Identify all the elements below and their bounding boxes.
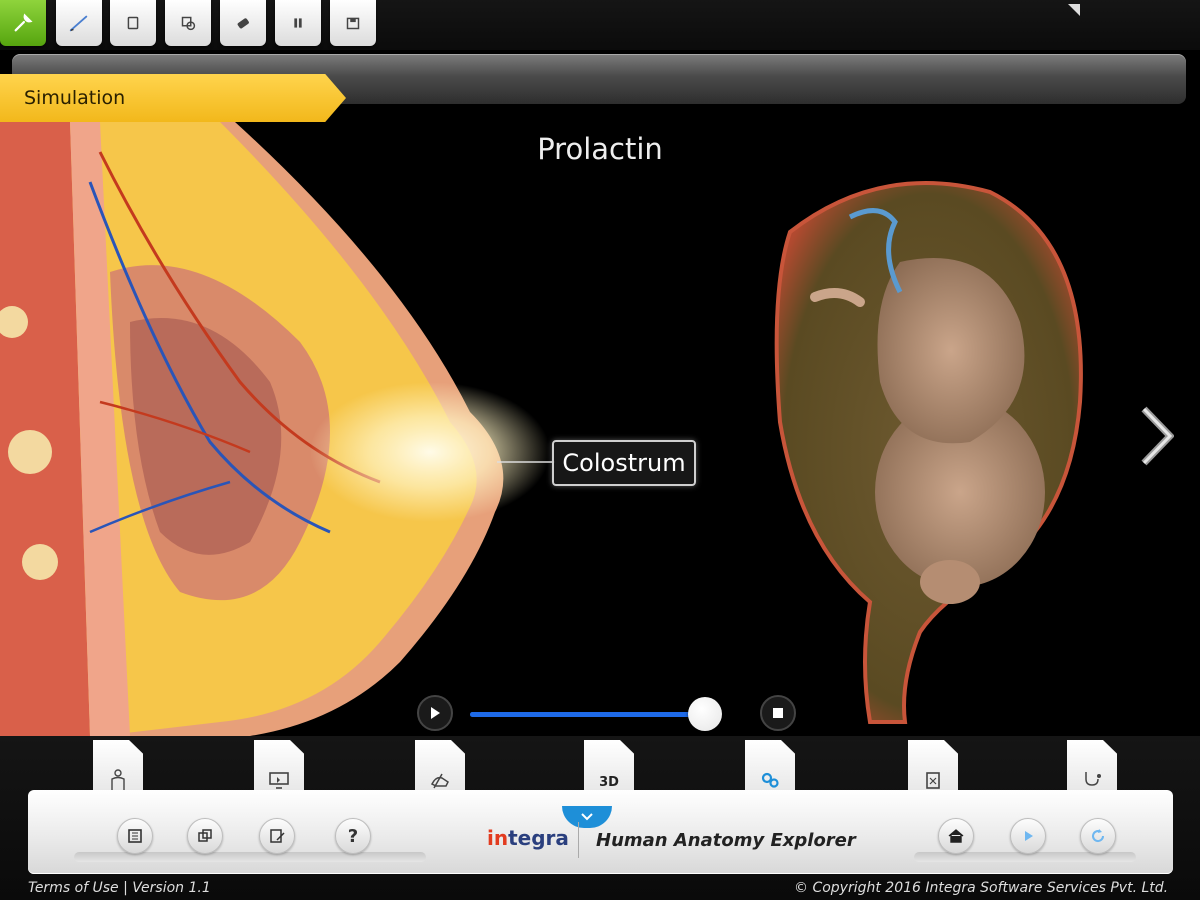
page-button[interactable] (110, 0, 156, 46)
pause-icon (294, 18, 302, 28)
breast-cross-section (0, 122, 555, 736)
copy-icon (198, 829, 212, 842)
refresh-icon (1092, 829, 1105, 843)
wrench-icon (14, 13, 33, 32)
stage-title: Prolactin (537, 132, 663, 166)
refresh-button[interactable] (1080, 818, 1116, 854)
body-icon (111, 769, 125, 790)
pause-button[interactable] (275, 0, 321, 46)
progress-knob[interactable] (688, 697, 722, 731)
layers-button[interactable] (165, 0, 211, 46)
edit-button[interactable] (259, 818, 295, 854)
eraser-icon (237, 18, 249, 29)
version-label: Version 1.1 (132, 880, 211, 896)
progress-track[interactable] (470, 712, 720, 717)
gears-icon (761, 772, 779, 788)
logo-text-in: in (487, 826, 509, 850)
book-button[interactable] (117, 818, 153, 854)
edit-icon (270, 829, 285, 843)
monitor-icon (269, 772, 289, 789)
play-button[interactable] (417, 695, 453, 731)
eraser-button[interactable] (220, 0, 266, 46)
book-icon (128, 829, 142, 843)
logo-text-tegra: tegra (508, 826, 569, 850)
save-button[interactable] (330, 0, 376, 46)
wrench-button[interactable] (0, 0, 46, 46)
layers-icon (181, 16, 196, 31)
home-button[interactable] (938, 818, 974, 854)
footer-separator: | (123, 880, 133, 896)
section-tab-simulation[interactable]: Simulation (0, 74, 346, 122)
integra-logo: integra (487, 826, 569, 850)
product-name: Human Anatomy Explorer (596, 830, 856, 851)
save-icon (346, 17, 360, 30)
simulation-stage: Prolactin Colostrum (0, 122, 1200, 736)
progress-fill (470, 712, 705, 717)
stethoscope-icon (1085, 772, 1101, 786)
anatomy-illustration (0, 122, 1083, 736)
terms-link[interactable]: Terms of Use (28, 880, 119, 896)
chevron-down-icon (581, 813, 593, 821)
play-icon (431, 707, 440, 719)
pen-button[interactable] (56, 0, 102, 46)
uterus-fetus (774, 181, 1083, 724)
play-dock-button[interactable] (1010, 818, 1046, 854)
copyright-text: © Copyright 2016 Integra Software Servic… (794, 880, 1169, 896)
notes-icon (926, 772, 940, 789)
next-arrow-icon[interactable] (1138, 405, 1174, 467)
hand-icon (430, 773, 449, 789)
copy-button[interactable] (187, 818, 223, 854)
stop-button[interactable] (760, 695, 796, 731)
logo-divider (578, 822, 579, 858)
pencil-icon (69, 15, 88, 32)
dock-groove-left (74, 852, 426, 862)
home-icon (948, 829, 964, 843)
corner-arrow-icon[interactable] (1066, 2, 1082, 18)
footer-links: Terms of Use | Version 1.1 (28, 880, 211, 896)
tab-3d-label: 3D (599, 775, 619, 790)
top-toolbar (0, 0, 1200, 50)
colostrum-callout[interactable]: Colostrum (552, 440, 696, 486)
help-button[interactable]: ? (335, 818, 371, 854)
page-icon (127, 16, 139, 30)
stop-icon (773, 708, 783, 718)
play-icon (1025, 831, 1033, 841)
